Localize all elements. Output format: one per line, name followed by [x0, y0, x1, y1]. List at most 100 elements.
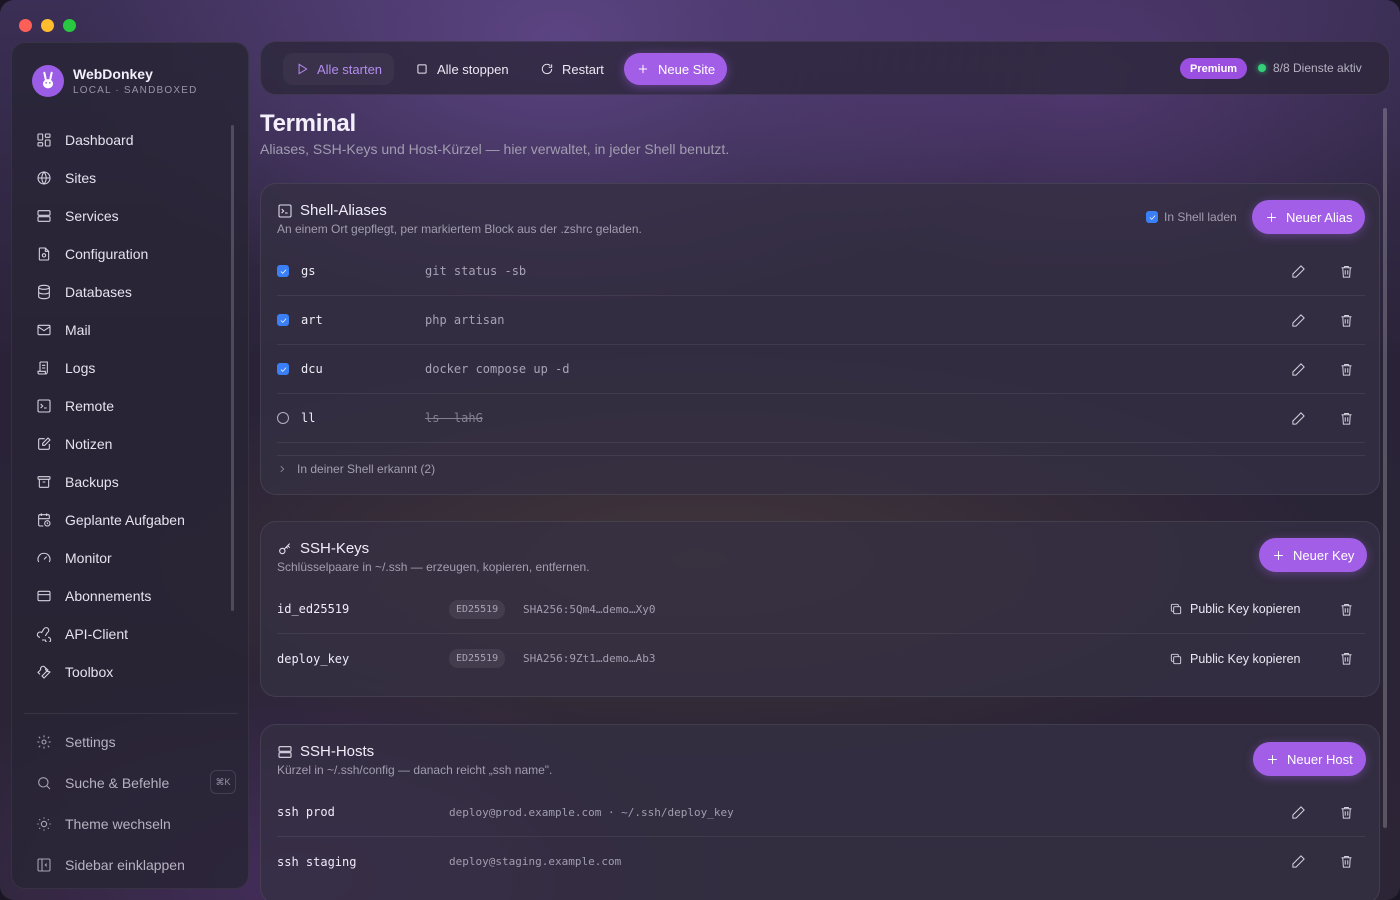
host-alias: ssh staging — [277, 854, 357, 869]
pencil-icon[interactable] — [1289, 311, 1307, 329]
key-icon — [279, 542, 291, 554]
terminal-icon — [278, 203, 292, 218]
trash-icon[interactable] — [1337, 311, 1355, 329]
trash-icon[interactable] — [1337, 803, 1355, 821]
plus-icon — [1274, 550, 1283, 560]
restart-button[interactable]: Restart — [528, 53, 616, 85]
alias-name: ll — [301, 411, 316, 425]
shortcut-badge: ⌘K — [210, 770, 236, 794]
sidebar-item-dashboard[interactable]: Dashboard — [24, 121, 234, 159]
copy-public-key-button[interactable]: Public Key kopieren — [1169, 652, 1300, 666]
sidebar-item-collapse[interactable]: Sidebar einklappen — [24, 844, 238, 885]
credit-card-icon — [37, 590, 51, 602]
copy-label: Public Key kopieren — [1190, 602, 1301, 616]
sidebar-divider — [24, 713, 238, 714]
alias-row: dcu docker compose up -d — [277, 345, 1365, 394]
terminal-icon — [37, 399, 51, 413]
start-all-button[interactable]: Alle starten — [283, 53, 395, 85]
sidebar-item-label: Configuration — [65, 246, 149, 262]
brand[interactable]: WebDonkey LOCAL · SANDBOXED — [32, 65, 198, 97]
detected-aliases-toggle[interactable]: In deiner Shell erkannt (2) — [277, 462, 435, 476]
minimize-window-button[interactable] — [41, 19, 54, 32]
pencil-icon[interactable] — [1289, 853, 1307, 871]
close-window-button[interactable] — [19, 19, 32, 32]
sidebar-item-notizen[interactable]: Notizen — [24, 425, 234, 463]
pencil-icon[interactable] — [1289, 803, 1307, 821]
sidebar-item-databases[interactable]: Databases — [24, 273, 234, 311]
new-alias-button[interactable]: Neuer Alias — [1252, 200, 1366, 234]
alias-enabled-checkbox[interactable] — [277, 265, 289, 277]
sidebar-item-api-client[interactable]: API-Client — [24, 615, 234, 653]
dashboard-icon — [37, 133, 51, 147]
new-host-button[interactable]: Neuer Host — [1253, 742, 1366, 776]
server-icon — [278, 745, 292, 758]
ssh-host-row: ssh staging deploy@staging.example.com — [277, 837, 1365, 886]
ssh-host-row: ssh prod deploy@prod.example.com · ~/.ss… — [277, 788, 1365, 837]
sidebar-item-label: Monitor — [65, 550, 112, 566]
sidebar-item-label: API-Client — [65, 626, 129, 642]
alias-enabled-checkbox[interactable] — [277, 363, 289, 375]
main-scrollbar[interactable] — [1383, 108, 1387, 828]
stop-all-button[interactable]: Alle stoppen — [403, 53, 521, 85]
trash-icon[interactable] — [1337, 409, 1355, 427]
plus-icon — [638, 64, 648, 74]
trash-icon[interactable] — [1337, 650, 1355, 668]
sidebar-scrollbar[interactable] — [231, 125, 234, 611]
load-in-shell-label: In Shell laden — [1164, 210, 1237, 224]
page-title: Terminal — [260, 110, 356, 137]
premium-badge[interactable]: Premium — [1180, 58, 1248, 79]
sidebar-item-monitor[interactable]: Monitor — [24, 539, 234, 577]
sidebar-item-sites[interactable]: Sites — [24, 159, 234, 197]
pencil-icon[interactable] — [1289, 360, 1307, 378]
trash-icon[interactable] — [1337, 360, 1355, 378]
sidebar-item-geplante-aufgaben[interactable]: Geplante Aufgaben — [24, 501, 234, 539]
sidebar-item-theme[interactable]: Theme wechseln — [24, 803, 238, 844]
config-file-icon — [38, 247, 50, 261]
shell-aliases-card: Shell-Aliases An einem Ort gepflegt, per… — [260, 183, 1380, 495]
sidebar-item-search[interactable]: Suche & Befehle ⌘K — [24, 762, 238, 803]
load-in-shell-toggle[interactable]: In Shell laden — [1146, 210, 1237, 224]
sidebar-item-logs[interactable]: Logs — [24, 349, 234, 387]
sidebar-item-remote[interactable]: Remote — [24, 387, 234, 425]
sidebar-item-mail[interactable]: Mail — [24, 311, 234, 349]
card-header: Shell-Aliases An einem Ort gepflegt, per… — [277, 202, 642, 236]
sidebar-item-services[interactable]: Services — [24, 197, 234, 235]
copy-label: Public Key kopieren — [1190, 651, 1301, 666]
alias-row: ll ls -lahG — [277, 394, 1365, 443]
key-fingerprint: SHA256:5Qm4…demo…Xy0 — [523, 602, 656, 616]
trash-icon[interactable] — [1337, 853, 1355, 871]
sun-icon — [37, 816, 51, 831]
pencil-icon[interactable] — [1289, 409, 1307, 427]
sidebar-item-label: Sites — [65, 170, 97, 186]
trash-icon[interactable] — [1337, 262, 1355, 280]
card-description: Schlüsselpaare in ~/.ssh — erzeugen, kop… — [277, 560, 590, 574]
new-site-button[interactable]: Neue Site — [624, 53, 728, 85]
alias-name: gs — [301, 264, 316, 278]
new-key-label: Neuer Key — [1293, 547, 1355, 563]
zoom-window-button[interactable] — [63, 19, 76, 32]
plus-icon — [1268, 754, 1277, 764]
alias-row: art php artisan — [277, 296, 1365, 345]
globe-icon — [37, 171, 51, 185]
new-key-button[interactable]: Neuer Key — [1259, 538, 1368, 572]
pencil-icon[interactable] — [1289, 262, 1307, 280]
trash-icon[interactable] — [1337, 600, 1355, 618]
alias-enabled-checkbox[interactable] — [277, 412, 289, 424]
page-subtitle: Aliases, SSH-Keys und Host-Kürzel — hier… — [260, 141, 730, 157]
copy-public-key-button[interactable]: Public Key kopieren — [1169, 602, 1300, 616]
app-window: WebDonkey LOCAL · SANDBOXED Dashboard Si… — [0, 0, 1400, 900]
sidebar-item-abonnements[interactable]: Abonnements — [24, 577, 234, 615]
alias-name: dcu — [301, 362, 323, 376]
restart-label: Restart — [562, 61, 604, 77]
play-icon — [298, 63, 308, 75]
copy-icon — [1170, 603, 1182, 615]
sidebar-item-configuration[interactable]: Configuration — [24, 235, 234, 273]
wrench-icon — [37, 665, 51, 679]
checkbox-checked-icon[interactable] — [1146, 211, 1158, 223]
sidebar-item-toolbox[interactable]: Toolbox — [24, 653, 234, 691]
key-fingerprint: SHA256:9Zt1…demo…Ab3 — [523, 652, 656, 665]
sidebar-item-settings[interactable]: Settings — [24, 721, 238, 762]
alias-row: gs git status -sb — [277, 247, 1365, 296]
sidebar-item-backups[interactable]: Backups — [24, 463, 234, 501]
alias-enabled-checkbox[interactable] — [277, 314, 289, 326]
